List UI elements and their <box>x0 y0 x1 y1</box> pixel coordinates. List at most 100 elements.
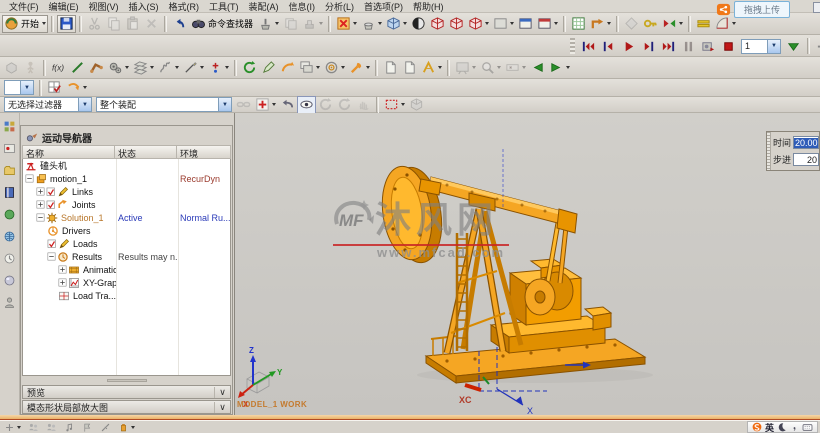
pencil-green-button[interactable] <box>259 59 278 77</box>
play-button[interactable] <box>619 37 638 55</box>
ime-bar[interactable]: 英 <box>747 421 818 433</box>
save-button[interactable] <box>57 15 76 33</box>
display-tool-button[interactable] <box>256 15 281 33</box>
arrow-right-green-button[interactable] <box>547 59 572 77</box>
part-navigator-button[interactable] <box>1 163 18 178</box>
combo-arrow-icon[interactable]: ▼ <box>218 98 231 111</box>
note-button[interactable] <box>62 421 77 433</box>
modal-zoom-section[interactable]: 模态形状局部放大图 ∨ <box>22 400 231 414</box>
selection-filter-combo[interactable]: 无选择过滤器▼ <box>4 97 92 112</box>
tree-row-Animation[interactable]: Animation <box>23 263 230 276</box>
people-2-button[interactable] <box>44 421 59 433</box>
keyboard-icon[interactable] <box>802 422 813 433</box>
spreadsheet-button[interactable] <box>569 15 588 33</box>
people-button[interactable] <box>26 421 41 433</box>
preview-section[interactable]: 预览 ∨ <box>22 385 231 399</box>
chart-toggle-button[interactable] <box>814 37 820 55</box>
menu-item-7[interactable]: 信息(I) <box>284 0 321 13</box>
windows-copy-button[interactable] <box>297 59 322 77</box>
window-blue-button[interactable] <box>516 15 535 33</box>
stop-button[interactable] <box>719 37 738 55</box>
tree-row-Links[interactable]: Links <box>23 185 230 198</box>
marker-button[interactable] <box>206 59 231 77</box>
key-button[interactable] <box>641 15 660 33</box>
panel-splitter[interactable] <box>22 376 231 384</box>
menu-item-3[interactable]: 插入(S) <box>124 0 164 13</box>
constraint-navigator-button[interactable] <box>1 141 18 156</box>
angle-button[interactable] <box>419 59 444 77</box>
tree-row-Results[interactable]: ResultsResults may n... <box>23 250 230 263</box>
step-forward-button[interactable] <box>639 37 658 55</box>
fx-button[interactable]: f(x) <box>49 59 68 77</box>
column-status[interactable]: 状态 <box>115 145 177 159</box>
combo-arrow-icon[interactable]: ▼ <box>78 98 91 111</box>
flag-button[interactable] <box>80 421 95 433</box>
sogou-icon[interactable] <box>752 422 762 432</box>
arrow-left-green-button[interactable] <box>528 59 547 77</box>
joint-arrow-button[interactable] <box>588 15 613 33</box>
green-down-button[interactable] <box>784 37 803 55</box>
reuse-library-button[interactable] <box>1 185 18 200</box>
tree-row-Drivers[interactable]: Drivers <box>23 224 230 237</box>
step-back-button[interactable] <box>599 37 618 55</box>
menu-item-10[interactable]: 帮助(H) <box>408 0 449 13</box>
selection-scope-combo[interactable]: 整个装配▼ <box>96 97 232 112</box>
eye-button[interactable] <box>297 96 316 114</box>
tree-row-Joints[interactable]: Joints <box>23 198 230 211</box>
yellow-lines-button[interactable] <box>694 15 713 33</box>
menu-item-6[interactable]: 装配(A) <box>244 0 284 13</box>
tree-row-磕头机[interactable]: 磕头机 <box>23 159 230 172</box>
wireframe-cube-button[interactable] <box>428 15 447 33</box>
tree-row-Solution_1[interactable]: Solution_1ActiveNormal Ru... <box>23 211 230 224</box>
time-input[interactable]: 20.00 <box>793 136 819 149</box>
spring-button[interactable] <box>156 59 181 77</box>
gears-button[interactable] <box>106 59 131 77</box>
graphics-viewport[interactable]: XC X Z Y X <box>234 113 820 415</box>
combo-arrow-icon[interactable]: ▼ <box>767 40 780 53</box>
toolbar-grip[interactable] <box>570 38 575 54</box>
wireframe-cube-2-button[interactable] <box>447 15 466 33</box>
add-handle-button[interactable] <box>253 96 278 114</box>
swing-arrow-button[interactable] <box>278 59 297 77</box>
skip-to-end-button[interactable] <box>659 37 678 55</box>
export-movie-button[interactable] <box>699 37 718 55</box>
menu-item-0[interactable]: 文件(F) <box>4 0 44 13</box>
line-button[interactable] <box>68 59 87 77</box>
menu-item-1[interactable]: 编辑(E) <box>44 0 84 13</box>
ime-language[interactable]: 英 <box>765 421 774 433</box>
undo-button[interactable] <box>170 15 189 33</box>
roles-button[interactable] <box>1 295 18 310</box>
menu-item-2[interactable]: 视图(V) <box>84 0 124 13</box>
assembly-navigator-button[interactable] <box>1 119 18 134</box>
web-browser-button[interactable] <box>1 229 18 244</box>
render-pot-button[interactable] <box>359 15 384 33</box>
pump-jack-model[interactable] <box>235 113 820 415</box>
menu-item-8[interactable]: 分析(L) <box>320 0 359 13</box>
grid-check-button[interactable] <box>45 79 64 97</box>
back-arrow-button[interactable] <box>278 96 297 114</box>
command-finder-button[interactable]: 命令查找器 <box>189 15 256 33</box>
combo-arrow-icon[interactable]: ▼ <box>20 81 33 94</box>
pen-line-button[interactable] <box>181 59 206 77</box>
chevron-down-icon[interactable]: ∨ <box>214 402 230 413</box>
snap-combo[interactable]: ▼ <box>4 80 34 95</box>
column-name[interactable]: 名称 <box>22 145 115 159</box>
shaded-cube-button[interactable] <box>384 15 409 33</box>
close-window-button[interactable] <box>334 15 359 33</box>
menu-item-9[interactable]: 首选项(P) <box>359 0 408 13</box>
chevron-down-icon[interactable]: ∨ <box>214 387 230 398</box>
frame-combo[interactable]: 1▼ <box>741 39 781 54</box>
tree-row-motion_1[interactable]: motion_1RecurDyn <box>23 172 230 185</box>
tree-row-XY-Grap...[interactable]: XY-Grap... <box>23 276 230 289</box>
view-triad[interactable]: Z Y X <box>235 113 820 415</box>
moon-icon[interactable] <box>777 422 787 432</box>
start-gateway-button[interactable]: 开始 <box>2 15 48 33</box>
column-env[interactable]: 环境 <box>177 145 231 159</box>
wrench-button[interactable] <box>347 59 372 77</box>
upload-overlay[interactable]: 拖拽上传 <box>716 1 790 18</box>
half-sphere-button[interactable] <box>409 15 428 33</box>
menu-item-4[interactable]: 格式(R) <box>164 0 205 13</box>
tree-row-LoadTra...[interactable]: Load Tra... <box>23 289 230 302</box>
tree-row-Loads[interactable]: Loads <box>23 237 230 250</box>
hd3d-tool-button[interactable] <box>1 207 18 222</box>
